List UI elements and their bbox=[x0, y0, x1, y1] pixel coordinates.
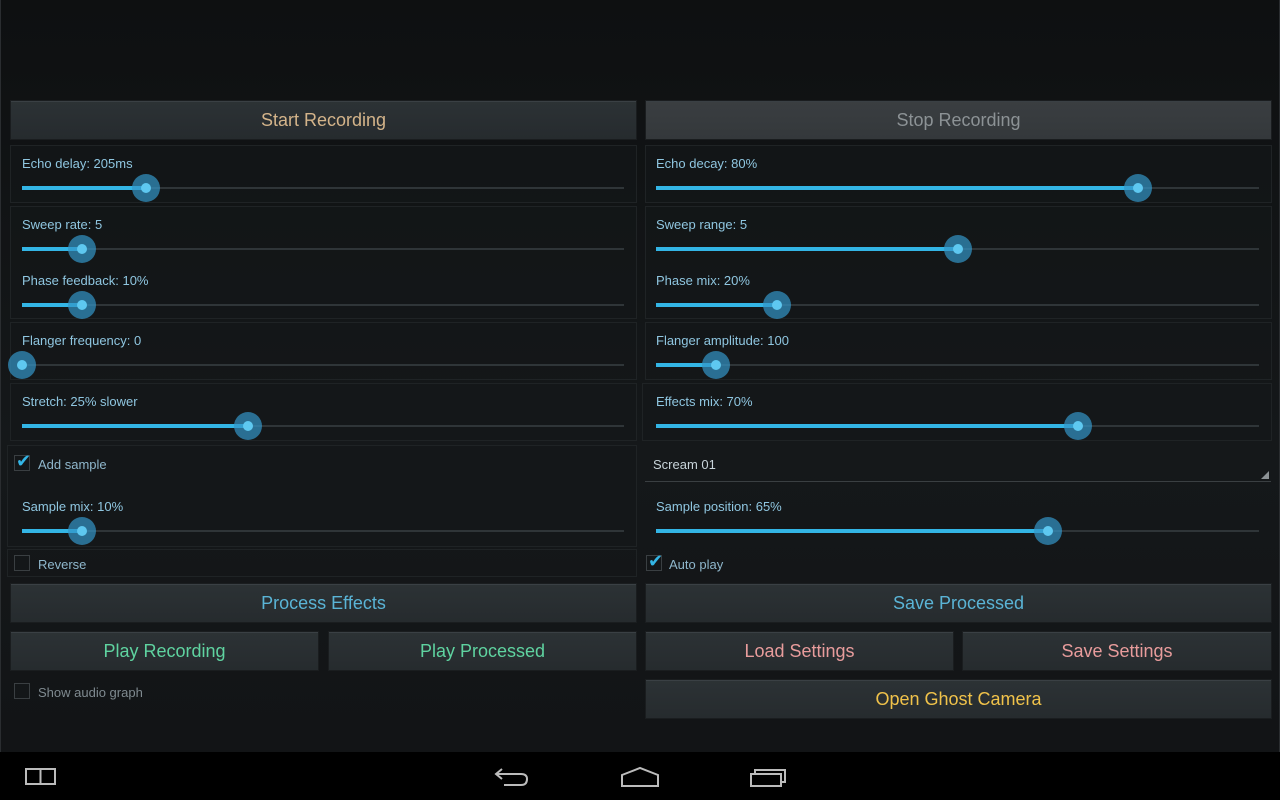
reverse-label: Reverse bbox=[38, 557, 87, 572]
slider-thumb[interactable] bbox=[943, 235, 972, 263]
slider-thumb[interactable] bbox=[68, 291, 97, 319]
phase-mix-slider[interactable] bbox=[656, 291, 1259, 319]
system-nav-bar bbox=[0, 752, 1280, 800]
slider-track bbox=[22, 248, 624, 250]
open-ghost-camera-button[interactable]: Open Ghost Camera bbox=[645, 679, 1272, 719]
slider-fill bbox=[22, 186, 146, 190]
sample-mix-slider[interactable] bbox=[22, 517, 624, 545]
stretch-slider[interactable] bbox=[22, 412, 624, 440]
sweep-range-label: Sweep range: 5 bbox=[656, 217, 748, 232]
stop-recording-button[interactable]: Stop Recording bbox=[645, 100, 1272, 140]
slider-thumb[interactable] bbox=[68, 517, 97, 545]
echo-delay-slider[interactable] bbox=[22, 174, 624, 202]
auto-play-checkbox[interactable] bbox=[646, 551, 663, 572]
save-settings-button[interactable]: Save Settings bbox=[962, 631, 1272, 671]
process-effects-button[interactable]: Process Effects bbox=[10, 583, 637, 623]
dropdown-arrow-icon bbox=[1261, 471, 1269, 479]
app-window: Start Recording Stop Recording Echo dela… bbox=[0, 0, 1280, 752]
flanger-frequency-label: Flanger frequency: 0 bbox=[22, 333, 142, 348]
save-processed-button[interactable]: Save Processed bbox=[645, 583, 1272, 623]
slider-fill bbox=[22, 424, 248, 428]
phase-mix-label: Phase mix: 20% bbox=[656, 273, 750, 288]
slider-fill bbox=[656, 303, 777, 307]
slider-thumb[interactable] bbox=[762, 291, 791, 319]
slider-thumb[interactable] bbox=[233, 412, 262, 440]
home-icon[interactable] bbox=[620, 766, 660, 788]
sweep-rate-slider[interactable] bbox=[22, 235, 624, 263]
show-audio-graph-checkbox[interactable] bbox=[14, 683, 30, 699]
add-sample-label: Add sample bbox=[38, 457, 107, 472]
slider-thumb[interactable] bbox=[68, 235, 97, 263]
recent-apps-icon[interactable] bbox=[24, 766, 58, 786]
sample-position-label: Sample position: 65% bbox=[656, 499, 782, 514]
sweep-rate-label: Sweep rate: 5 bbox=[22, 217, 103, 232]
sample-position-slider[interactable] bbox=[656, 517, 1259, 545]
slider-thumb[interactable] bbox=[1033, 517, 1062, 545]
slider-track bbox=[22, 304, 624, 306]
echo-decay-slider[interactable] bbox=[656, 174, 1259, 202]
reverse-panel bbox=[7, 549, 637, 577]
flanger-amplitude-label: Flanger amplitude: 100 bbox=[656, 333, 789, 348]
echo-decay-label: Echo decay: 80% bbox=[656, 156, 758, 171]
effects-mix-slider[interactable] bbox=[656, 412, 1259, 440]
flanger-amplitude-slider[interactable] bbox=[656, 351, 1259, 379]
stretch-label: Stretch: 25% slower bbox=[22, 394, 138, 409]
sweep-range-slider[interactable] bbox=[656, 235, 1259, 263]
slider-track bbox=[22, 530, 624, 532]
back-icon[interactable] bbox=[494, 766, 530, 788]
slider-fill bbox=[656, 424, 1079, 428]
reverse-checkbox[interactable] bbox=[14, 555, 30, 571]
flanger-frequency-slider[interactable] bbox=[8, 351, 624, 379]
slider-fill bbox=[656, 186, 1139, 190]
phase-feedback-slider[interactable] bbox=[22, 291, 624, 319]
show-audio-graph-label: Show audio graph bbox=[38, 685, 143, 700]
sample-mix-label: Sample mix: 10% bbox=[22, 499, 124, 514]
slider-thumb[interactable] bbox=[132, 174, 160, 202]
slider-thumb[interactable] bbox=[702, 351, 731, 379]
sample-select-value: Scream 01 bbox=[653, 457, 716, 472]
phase-feedback-label: Phase feedback: 10% bbox=[22, 273, 149, 288]
auto-play-label: Auto play bbox=[669, 557, 724, 572]
play-processed-button[interactable]: Play Processed bbox=[328, 631, 637, 671]
slider-thumb[interactable] bbox=[1124, 174, 1153, 202]
effects-mix-label: Effects mix: 70% bbox=[656, 394, 753, 409]
load-settings-button[interactable]: Load Settings bbox=[645, 631, 954, 671]
slider-track bbox=[656, 364, 1259, 366]
start-recording-button[interactable]: Start Recording bbox=[10, 100, 637, 140]
slider-fill bbox=[656, 529, 1048, 533]
slider-thumb[interactable] bbox=[8, 351, 36, 379]
play-recording-button[interactable]: Play Recording bbox=[10, 631, 319, 671]
add-sample-checkbox[interactable] bbox=[14, 451, 31, 472]
echo-delay-label: Echo delay: 205ms bbox=[22, 156, 133, 171]
slider-fill bbox=[656, 247, 958, 251]
sample-select[interactable]: Scream 01 bbox=[645, 448, 1271, 482]
recents-icon[interactable] bbox=[749, 766, 789, 788]
slider-thumb[interactable] bbox=[1064, 412, 1093, 440]
slider-track bbox=[22, 364, 624, 366]
